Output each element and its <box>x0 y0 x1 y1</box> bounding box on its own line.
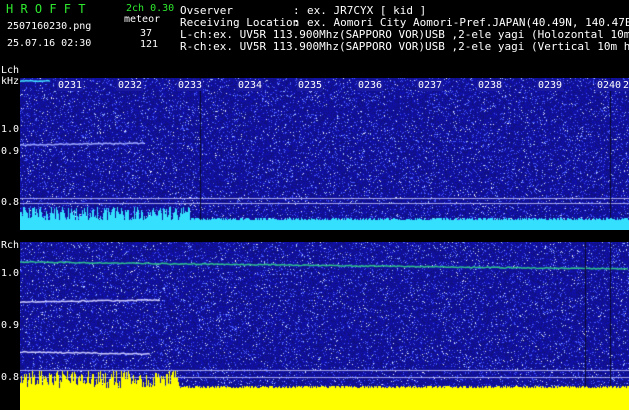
location-value: ex. Aomori City Aomori-Pref.JAPAN(40.49N… <box>307 16 629 29</box>
lch-unit-label: kHz <box>1 76 20 87</box>
observer-value: ex. JR7CYX [ kid ] <box>307 4 427 17</box>
location-separator: : <box>293 16 300 29</box>
datetime-label: 25.07.16 02:30 <box>7 38 92 49</box>
lch-meteor-count: 37 <box>140 28 153 39</box>
time-tick: 0238 <box>477 80 504 91</box>
meteor-label: meteor <box>124 14 161 25</box>
time-tick: 0236 <box>357 80 384 91</box>
lch-ytick-3: 0.8 <box>1 197 20 208</box>
time-tick: 0240 <box>596 80 623 91</box>
rch-meteor-count: 121 <box>140 39 159 50</box>
app-brand: H R O F F T <box>6 2 86 16</box>
rch-ytick-1: 1.0 <box>1 268 20 279</box>
lch-ytick-2: 0.9 <box>1 146 20 157</box>
rch-label: Rch <box>1 240 20 251</box>
rch-ytick-3: 0.8 <box>1 372 20 383</box>
mode-label: 2ch 0.30 <box>126 3 175 14</box>
rch-receiver-info: R-ch:ex. UV5R 113.900Mhz(SAPPORO VOR)USB… <box>180 40 629 53</box>
time-tick: 0235 <box>297 80 324 91</box>
time-tick: 0234 <box>237 80 264 91</box>
observer-label: Ovserver <box>180 4 233 17</box>
lch-label: Lch <box>1 65 20 76</box>
rch-spectrogram <box>20 242 629 410</box>
time-tick: 0231 <box>57 80 84 91</box>
time-tick: 0237 <box>417 80 444 91</box>
time-tick: 0239 <box>537 80 564 91</box>
time-tick: 0233 <box>177 80 204 91</box>
lch-spectrogram <box>20 78 629 230</box>
location-label: Receiving Location <box>180 16 300 29</box>
lch-receiver-info: L-ch:ex. UV5R 113.900Mhz(SAPPORO VOR)USB… <box>180 28 629 41</box>
time-tick: 0232 <box>117 80 144 91</box>
rch-ytick-2: 0.9 <box>1 320 20 331</box>
filename-label: 2507160230.png <box>7 21 92 32</box>
observer-separator: : <box>293 4 300 17</box>
lch-ytick-1: 1.0 <box>1 124 20 135</box>
hrofft-window: H R O F F T 2507160230.png 25.07.16 02:3… <box>0 0 629 410</box>
time-tick: 2 <box>622 80 629 91</box>
